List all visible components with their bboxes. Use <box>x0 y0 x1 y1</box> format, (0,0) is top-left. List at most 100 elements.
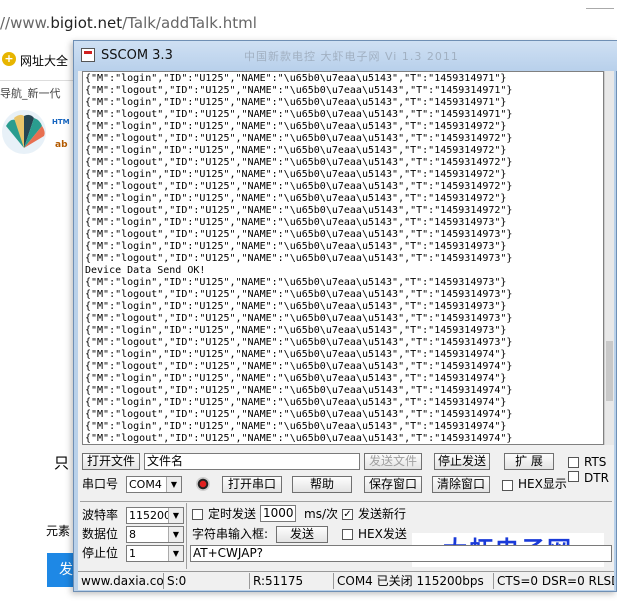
dtr-label: DTR <box>584 471 609 485</box>
sscom-window: SSCOM 3.3 中国新款电控 大虾电子网 Vi 1.3 2011 {"M":… <box>73 40 617 592</box>
favorite-label: 网址大全 <box>20 54 69 68</box>
rts-checkbox[interactable] <box>568 457 579 468</box>
port-select[interactable]: COM4 ▼ <box>126 476 182 493</box>
data-bits-select[interactable]: 8 ▼ <box>126 526 184 543</box>
log-line: {"M":"login","ID":"U125","NAME":"\u65b0\… <box>85 73 507 84</box>
file-name-input[interactable]: 文件名 <box>144 453 360 470</box>
page-text-element: 元素 <box>46 524 71 538</box>
log-line: {"M":"login","ID":"U125","NAME":"\u65b0\… <box>85 277 507 288</box>
port-value: COM4 <box>129 478 162 491</box>
dtr-checkbox[interactable] <box>568 471 579 482</box>
vertical-divider <box>186 503 187 569</box>
log-line: {"M":"logout","ID":"U125","NAME":"\u65b0… <box>85 433 513 444</box>
stop-bits-value: 1 <box>129 547 136 560</box>
url-prefix: //www. <box>0 14 51 32</box>
log-line: {"M":"logout","ID":"U125","NAME":"\u65b0… <box>85 109 513 120</box>
chevron-down-icon: ▼ <box>168 546 183 561</box>
log-line: {"M":"logout","ID":"U125","NAME":"\u65b0… <box>85 229 513 240</box>
hex-display-label: HEX显示 <box>518 477 567 491</box>
send-newline-checkbox[interactable]: ✓ <box>342 509 353 520</box>
log-line: {"M":"login","ID":"U125","NAME":"\u65b0\… <box>85 349 507 360</box>
log-line: {"M":"login","ID":"U125","NAME":"\u65b0\… <box>85 145 507 156</box>
log-line: {"M":"login","ID":"U125","NAME":"\u65b0\… <box>85 169 507 180</box>
url-path: /Talk/addTalk.html <box>122 14 257 32</box>
log-line: {"M":"logout","ID":"U125","NAME":"\u65b0… <box>85 157 513 168</box>
ghost-title: 中国新款电控 大虾电子网 Vi 1.3 2011 <box>244 50 459 63</box>
status-signals: CTS=0 DSR=0 RLSD=0 <box>497 574 614 588</box>
help-button[interactable]: 帮助 <box>292 476 352 493</box>
stop-send-button[interactable]: 停止发送 <box>434 453 490 470</box>
send-newline-label: 发送新行 <box>358 507 407 521</box>
send-button[interactable]: 发送 <box>276 526 328 543</box>
log-line: {"M":"logout","ID":"U125","NAME":"\u65b0… <box>85 181 513 192</box>
data-bits-value: 8 <box>129 528 136 541</box>
log-line: {"M":"login","ID":"U125","NAME":"\u65b0\… <box>85 373 507 384</box>
rts-label: RTS <box>584 455 607 469</box>
status-port-state: COM4 已关闭 115200bps <box>334 573 494 589</box>
send-file-button[interactable]: 发送文件 <box>364 453 422 470</box>
open-file-button[interactable]: 打开文件 <box>82 453 140 470</box>
stop-bits-select[interactable]: 1 ▼ <box>126 545 184 562</box>
chevron-down-icon: ▼ <box>168 508 183 523</box>
title-bar[interactable]: SSCOM 3.3 中国新款电控 大虾电子网 Vi 1.3 2011 <box>74 41 617 71</box>
log-line: {"M":"logout","ID":"U125","NAME":"\u65b0… <box>85 253 513 264</box>
data-bits-label: 数据位 <box>82 527 119 541</box>
divider <box>0 80 80 81</box>
receive-log[interactable]: {"M":"login","ID":"U125","NAME":"\u65b0\… <box>82 71 604 445</box>
stop-bits-label: 停止位 <box>82 546 119 560</box>
port-label: 串口号 <box>82 477 119 491</box>
hex-send-label: HEX发送 <box>358 527 407 541</box>
log-line: {"M":"login","ID":"U125","NAME":"\u65b0\… <box>85 217 507 228</box>
nav-link[interactable]: 导航_新一代 <box>0 85 61 101</box>
baud-label: 波特率 <box>82 508 119 522</box>
save-window-button[interactable]: 保存窗口 <box>364 476 422 493</box>
baud-value: 115200 <box>129 509 171 522</box>
log-line: {"M":"login","ID":"U125","NAME":"\u65b0\… <box>85 301 507 312</box>
log-line: {"M":"login","ID":"U125","NAME":"\u65b0\… <box>85 325 507 336</box>
expand-button[interactable]: 扩 展 <box>504 453 554 470</box>
baud-select[interactable]: 115200 ▼ <box>126 507 184 524</box>
log-line: {"M":"logout","ID":"U125","NAME":"\u65b0… <box>85 313 513 324</box>
log-scrollbar[interactable] <box>604 71 614 445</box>
hex-send-checkbox[interactable] <box>342 529 353 540</box>
log-line: {"M":"login","ID":"U125","NAME":"\u65b0\… <box>85 97 507 108</box>
clear-window-button[interactable]: 清除窗口 <box>432 476 490 493</box>
timed-send-label: 定时发送 <box>208 507 257 521</box>
log-line: {"M":"logout","ID":"U125","NAME":"\u65b0… <box>85 133 513 144</box>
plus-icon: + <box>2 52 16 66</box>
chevron-down-icon: ▼ <box>168 527 183 542</box>
send-text-input[interactable]: AT+CWJAP? <box>190 545 612 562</box>
log-line: {"M":"logout","ID":"U125","NAME":"\u65b0… <box>85 205 513 216</box>
window-title: SSCOM 3.3 <box>101 48 173 63</box>
url-host: bigiot.net <box>50 14 123 32</box>
hex-display-checkbox[interactable] <box>502 480 513 491</box>
log-line: {"M":"login","ID":"U125","NAME":"\u65b0\… <box>85 121 507 132</box>
log-line: {"M":"logout","ID":"U125","NAME":"\u65b0… <box>85 361 513 372</box>
log-line: {"M":"logout","ID":"U125","NAME":"\u65b0… <box>85 409 513 420</box>
interval-input[interactable]: 1000 <box>260 505 296 522</box>
log-line: Device Data Send OK! <box>85 265 206 276</box>
log-line: {"M":"login","ID":"U125","NAME":"\u65b0\… <box>85 397 507 408</box>
html-tag: HTM <box>52 118 70 126</box>
log-line: {"M":"logout","ID":"U125","NAME":"\u65b0… <box>85 385 513 396</box>
status-bar: www.daxia.com S:0 R:51175 COM4 已关闭 11520… <box>78 571 614 590</box>
ab-tag: ab <box>55 140 68 150</box>
log-line: {"M":"logout","ID":"U125","NAME":"\u65b0… <box>85 337 513 348</box>
group-divider <box>80 501 612 502</box>
timed-send-checkbox[interactable] <box>192 509 203 520</box>
status-website[interactable]: www.daxia.com <box>78 573 164 589</box>
favorite-link[interactable]: + 网址大全 <box>0 50 80 70</box>
open-port-button[interactable]: 打开串口 <box>222 476 282 493</box>
log-line: {"M":"login","ID":"U125","NAME":"\u65b0\… <box>85 241 507 252</box>
port-status-led-icon <box>196 477 210 491</box>
client-area: {"M":"login","ID":"U125","NAME":"\u65b0\… <box>78 71 614 590</box>
app-icon <box>81 48 95 62</box>
log-line: {"M":"login","ID":"U125","NAME":"\u65b0\… <box>85 193 507 204</box>
scroll-thumb[interactable] <box>606 341 613 401</box>
address-bar[interactable]: //www.bigiot.net/Talk/addTalk.html <box>0 14 617 42</box>
window-edge <box>586 8 614 9</box>
status-received-count: R:51175 <box>250 573 334 589</box>
log-line: {"M":"login","ID":"U125","NAME":"\u65b0\… <box>85 421 507 432</box>
chevron-down-icon: ▼ <box>166 477 181 492</box>
log-line: {"M":"logout","ID":"U125","NAME":"\u65b0… <box>85 289 513 300</box>
